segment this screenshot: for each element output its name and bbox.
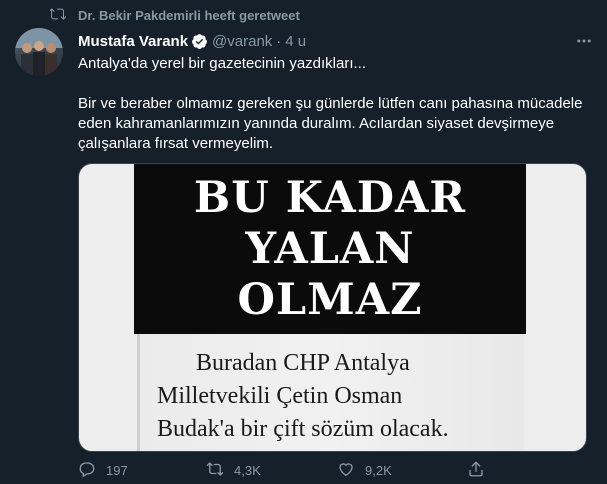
heart-icon (337, 460, 355, 481)
article-line-2: Milletvekili Çetin Osman (157, 383, 403, 409)
retweet-action-icon (206, 460, 224, 481)
author-name[interactable]: Mustafa Varank (78, 33, 188, 50)
avatar[interactable] (15, 28, 63, 76)
reply-count: 197 (106, 462, 128, 478)
share-button[interactable] (467, 460, 485, 481)
tweet-text-paragraph: Bir ve beraber olmamız gereken şu günler… (78, 95, 583, 152)
separator-dot: · (276, 32, 282, 50)
share-icon (467, 460, 485, 481)
headline-line-3: OLMAZ (237, 274, 423, 325)
like-count: 9,2K (365, 462, 392, 478)
like-button[interactable]: 9,2K (337, 460, 392, 481)
tweet-media-image[interactable]: BU KADAR YALAN OLMAZ Buradan CHP Antalya… (78, 163, 587, 452)
headline-line-1: BU KADAR (193, 172, 467, 223)
verified-badge-icon (191, 33, 208, 50)
article-line-1: Buradan CHP Antalya (196, 350, 410, 376)
retweet-count: 4,3K (234, 462, 261, 478)
column-divider (137, 334, 140, 451)
tweet-text: Antalya'da yerel bir gazetecinin yazdıkl… (78, 54, 593, 154)
retweet-label[interactable]: Dr. Bekir Pakdemirli heeft geretweet (78, 8, 300, 23)
author-handle[interactable]: @varank (212, 33, 272, 50)
reply-icon (78, 460, 96, 481)
retweet-context[interactable]: Dr. Bekir Pakdemirli heeft geretweet (48, 6, 300, 25)
retweet-icon (48, 6, 67, 25)
headline-line-2: YALAN (245, 223, 415, 274)
tweet-header: Mustafa Varank @varank · 4 u (78, 31, 593, 51)
retweet-button[interactable]: 4,3K (206, 460, 261, 481)
article-body: Buradan CHP Antalya Milletvekili Çetin O… (137, 334, 524, 451)
tweet-actions: 197 4,3K 9,2K (78, 460, 593, 480)
tweet-timestamp[interactable]: 4 u (285, 33, 306, 50)
headline-box: BU KADAR YALAN OLMAZ (134, 164, 526, 334)
tweet-text-line: Antalya'da yerel bir gazetecinin yazdıkl… (78, 55, 367, 72)
more-options-icon[interactable] (575, 32, 593, 50)
reply-button[interactable]: 197 (78, 460, 128, 481)
article-line-3: Budak'a bir çift sözüm olacak. (157, 416, 449, 442)
